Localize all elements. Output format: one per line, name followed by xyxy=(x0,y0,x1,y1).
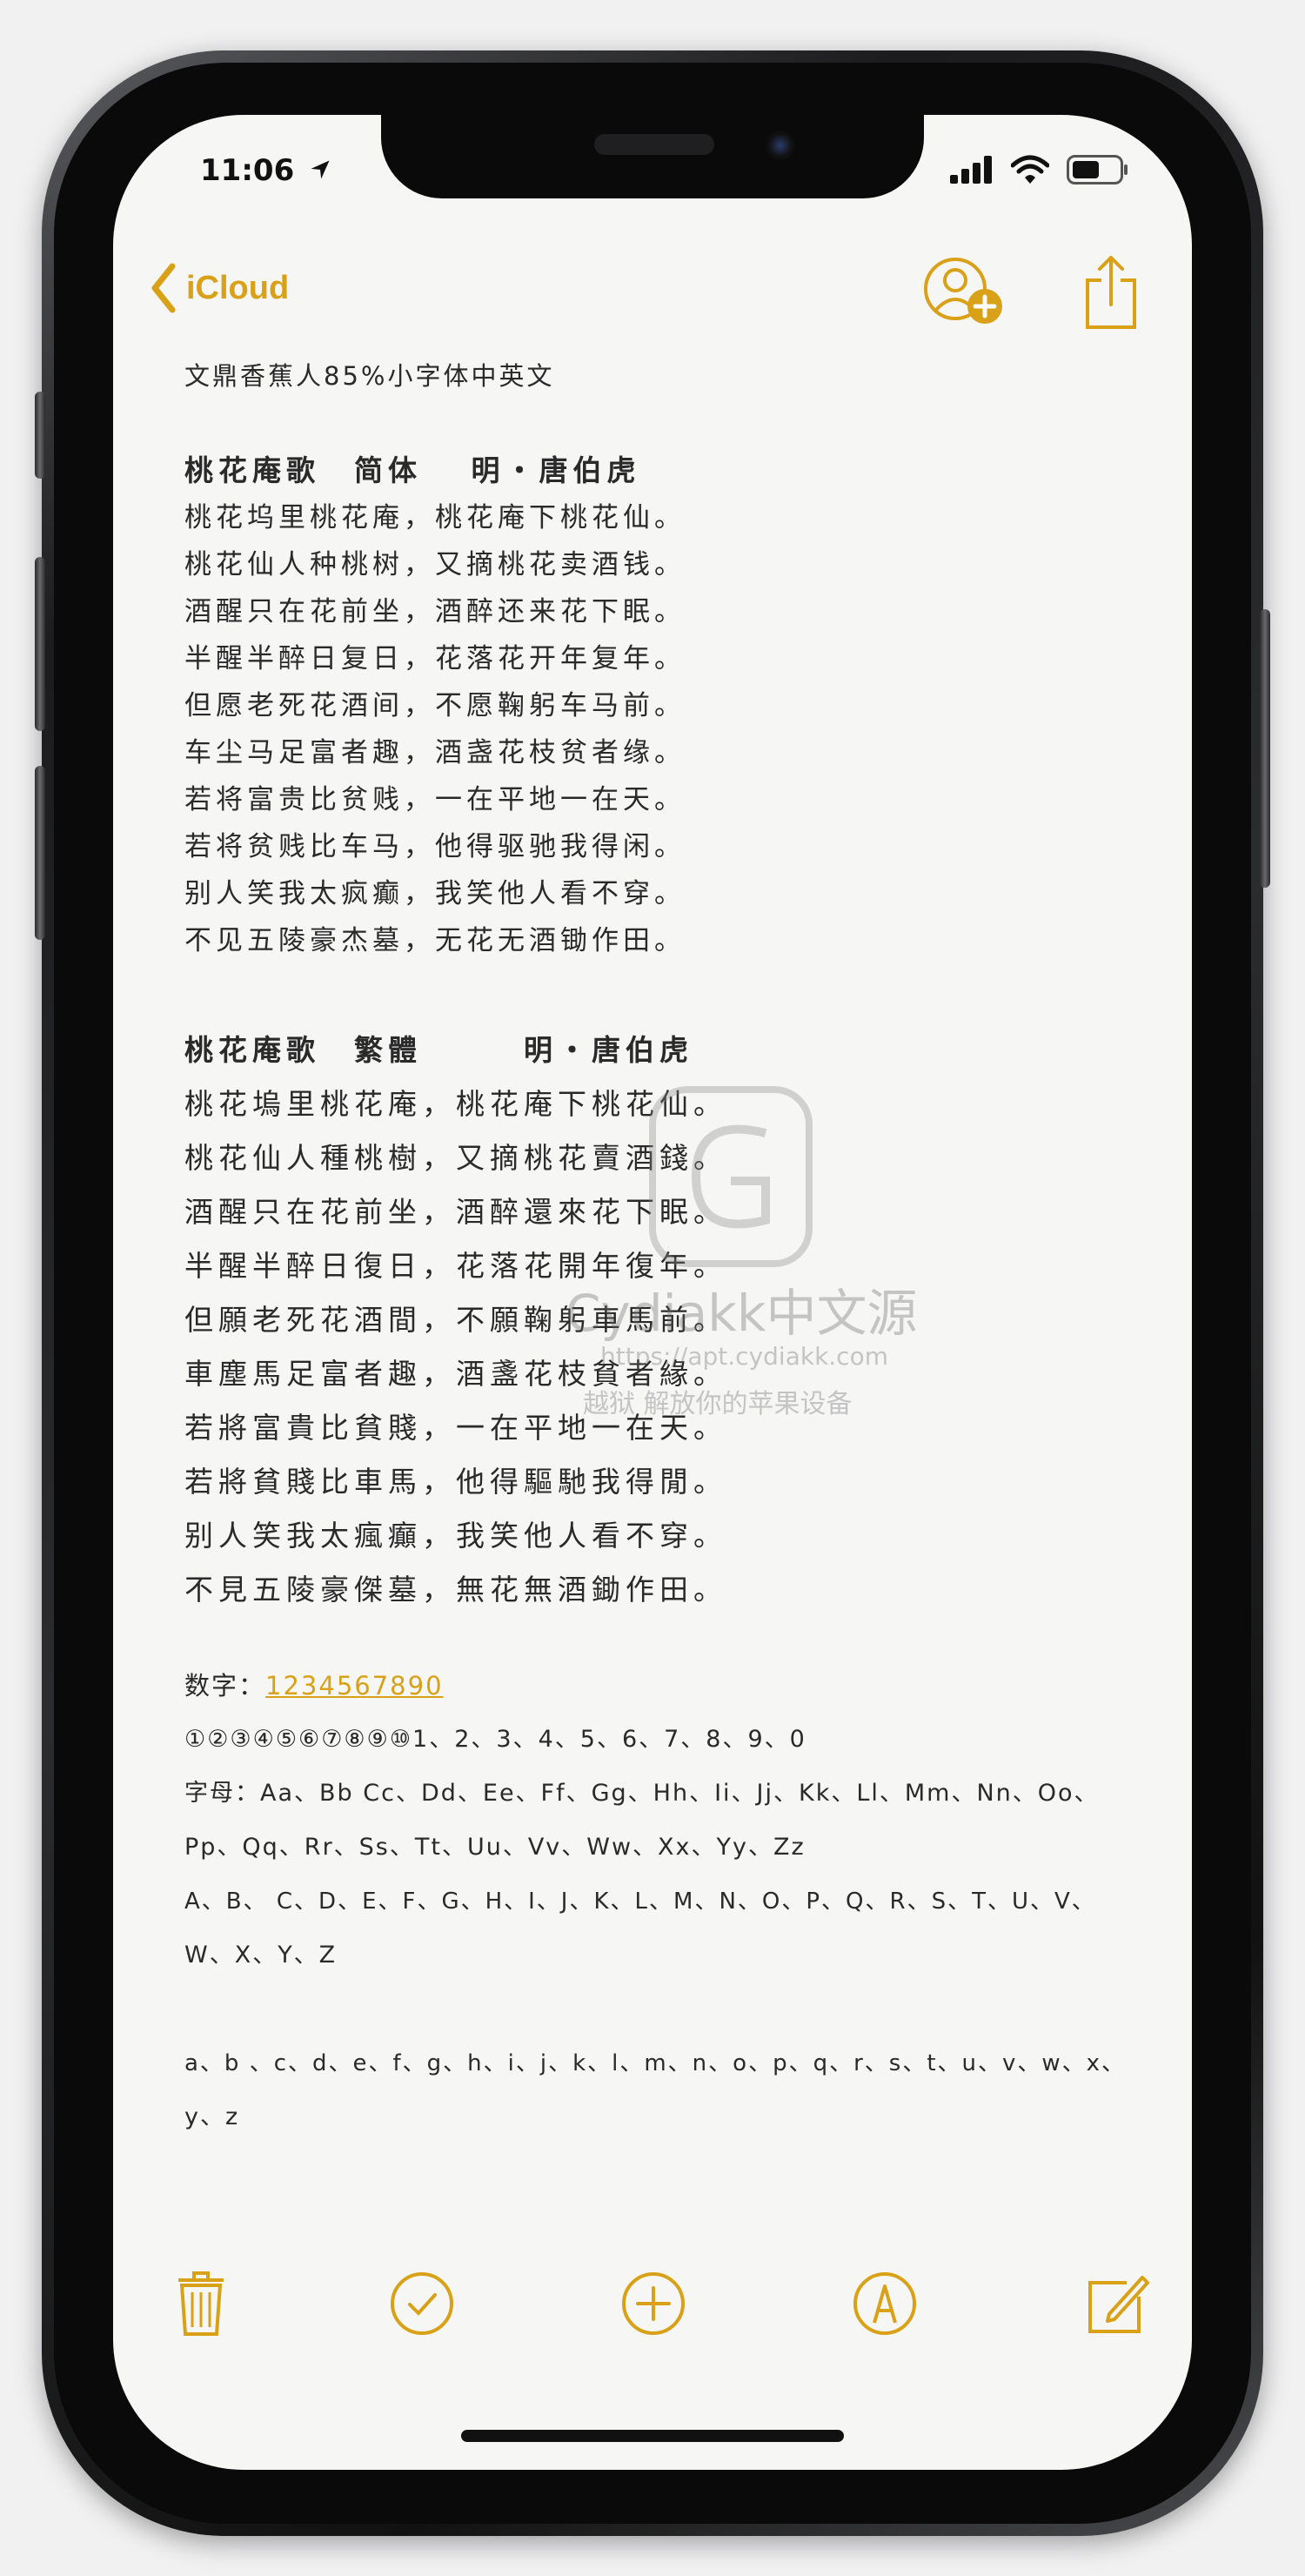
poem-line: 酒醒只在花前坐，酒醉还来花下眠。 xyxy=(184,596,686,627)
digits-row: 数字：1234567890 xyxy=(184,1659,1140,1713)
poem-line: 不見五陵豪傑墓，無花無酒鋤作田。 xyxy=(184,1573,727,1607)
nav-bar: iCloud xyxy=(113,245,1192,341)
uppercase-row: A、B、 C、D、E、F、G、H、I、J、K、L、M、N、O、P、Q、R、S、T… xyxy=(184,1888,1096,1915)
status-indicators xyxy=(950,155,1129,184)
poem-line: 若將富貴比貧賤，一在平地一在天。 xyxy=(184,1411,727,1445)
uppercase-row: W、X、Y、Z xyxy=(184,1942,338,1969)
bottom-toolbar xyxy=(113,2264,1192,2360)
poem-line: 半醒半醉日复日，花落花开年复年。 xyxy=(184,643,686,674)
poem-line: 車塵馬足富者趣，酒盞花枝貧者緣。 xyxy=(184,1357,727,1391)
note-body[interactable]: 文鼎香蕉人85%小字体中英文 桃花庵歌 简体 明・唐伯虎 桃花坞里桃花庵，桃花庵… xyxy=(184,350,1140,2144)
markup-icon xyxy=(853,2272,916,2335)
poem-line: 桃花仙人種桃樹，又摘桃花賣酒錢。 xyxy=(184,1141,727,1175)
delete-button[interactable] xyxy=(162,2264,240,2343)
signal-icon xyxy=(950,156,992,184)
poem-line: 但愿老死花酒间，不愿鞠躬车马前。 xyxy=(184,690,686,721)
lowercase-row: a、b 、c、d、e、f、g、h、i、j、k、l、m、n、o、p、q、r、s、t… xyxy=(184,2050,1127,2076)
power-button xyxy=(1260,609,1270,888)
add-button[interactable] xyxy=(614,2264,693,2343)
poem-line: 桃花塢里桃花庵，桃花庵下桃花仙。 xyxy=(184,1087,727,1121)
volume-up-button xyxy=(35,557,45,731)
poem-line: 若將貧賤比車馬，他得驅馳我得閒。 xyxy=(184,1465,727,1499)
notch xyxy=(381,115,924,198)
add-icon xyxy=(622,2272,685,2335)
poem-line: 酒醒只在花前坐，酒醉還來花下眠。 xyxy=(184,1195,727,1229)
back-label: iCloud xyxy=(186,269,290,306)
digits-label: 数字： xyxy=(184,1671,266,1701)
chevron-left-icon xyxy=(151,263,176,313)
status-time: 11:06 xyxy=(200,153,332,188)
location-arrow-icon xyxy=(311,160,330,179)
poem-line: 别人笑我太瘋癲，我笑他人看不穿。 xyxy=(184,1519,727,1553)
poem-line: 若将富贵比贫贱，一在平地一在天。 xyxy=(184,784,686,815)
poem-line: 但願老死花酒間，不願鞠躬車馬前。 xyxy=(184,1303,727,1337)
wifi-icon xyxy=(1011,155,1049,184)
mute-switch xyxy=(35,392,45,479)
letters-row: Pp、Qq、Rr、Ss、Tt、Uu、Vv、Ww、Xx、Yy、Zz xyxy=(184,1834,806,1861)
home-indicator[interactable] xyxy=(461,2430,844,2442)
markup-button[interactable] xyxy=(846,2264,924,2343)
letters-row: 字母：Aa、Bb Cc、Dd、Ee、Ff、Gg、Hh、Ii、Jj、Kk、Ll、M… xyxy=(184,1780,1100,1807)
checklist-icon xyxy=(391,2272,453,2335)
compose-icon xyxy=(1088,2276,1149,2333)
poem-heading-traditional: 桃花庵歌 繁體 明・唐伯虎 xyxy=(184,1033,693,1067)
screen: 11:06 iCloud 文鼎香蕉人85%小字体中英文 桃花庵歌 简体 明・唐伯… xyxy=(113,115,1192,2470)
poem-line: 若将贫贱比车马，他得驱驰我得闲。 xyxy=(184,831,686,862)
digits-link[interactable]: 1234567890 xyxy=(265,1671,444,1701)
status-time-text: 11:06 xyxy=(200,153,295,188)
compose-button[interactable] xyxy=(1077,2264,1155,2343)
poem-simplified: 桃花坞里桃花庵，桃花庵下桃花仙。 桃花仙人种桃树，又摘桃花卖酒钱。 酒醒只在花前… xyxy=(184,494,1140,964)
front-camera xyxy=(766,131,795,160)
add-people-icon[interactable] xyxy=(920,254,1007,332)
circled-digits-row: ①②③④⑤⑥⑦⑧⑨⑩1、2、3、4、5、6、7、8、9、0 xyxy=(184,1726,806,1753)
poem-line: 不见五陵豪杰墓，无花无酒锄作田。 xyxy=(184,925,686,956)
speaker-grille xyxy=(594,134,714,155)
poem-heading-simplified: 桃花庵歌 简体 明・唐伯虎 xyxy=(184,453,641,487)
poem-line: 桃花坞里桃花庵，桃花庵下桃花仙。 xyxy=(184,502,686,533)
share-icon[interactable] xyxy=(1081,254,1141,332)
battery-icon xyxy=(1067,155,1128,184)
trash-icon xyxy=(178,2271,224,2336)
poem-line: 桃花仙人种桃树，又摘桃花卖酒钱。 xyxy=(184,549,686,580)
volume-down-button xyxy=(35,766,45,940)
lowercase-row: y、z xyxy=(184,2103,240,2130)
poem-traditional: 桃花塢里桃花庵，桃花庵下桃花仙。 桃花仙人種桃樹，又摘桃花賣酒錢。 酒醒只在花前… xyxy=(184,1077,1140,1617)
checklist-button[interactable] xyxy=(383,2264,461,2343)
poem-line: 车尘马足富者趣，酒盏花枝贫者缘。 xyxy=(184,737,686,768)
poem-line: 别人笑我太疯癫，我笑他人看不穿。 xyxy=(184,878,686,909)
poem-line: 半醒半醉日復日，花落花開年復年。 xyxy=(184,1249,727,1283)
back-button[interactable]: iCloud xyxy=(150,263,289,313)
note-title: 文鼎香蕉人85%小字体中英文 xyxy=(184,361,555,391)
